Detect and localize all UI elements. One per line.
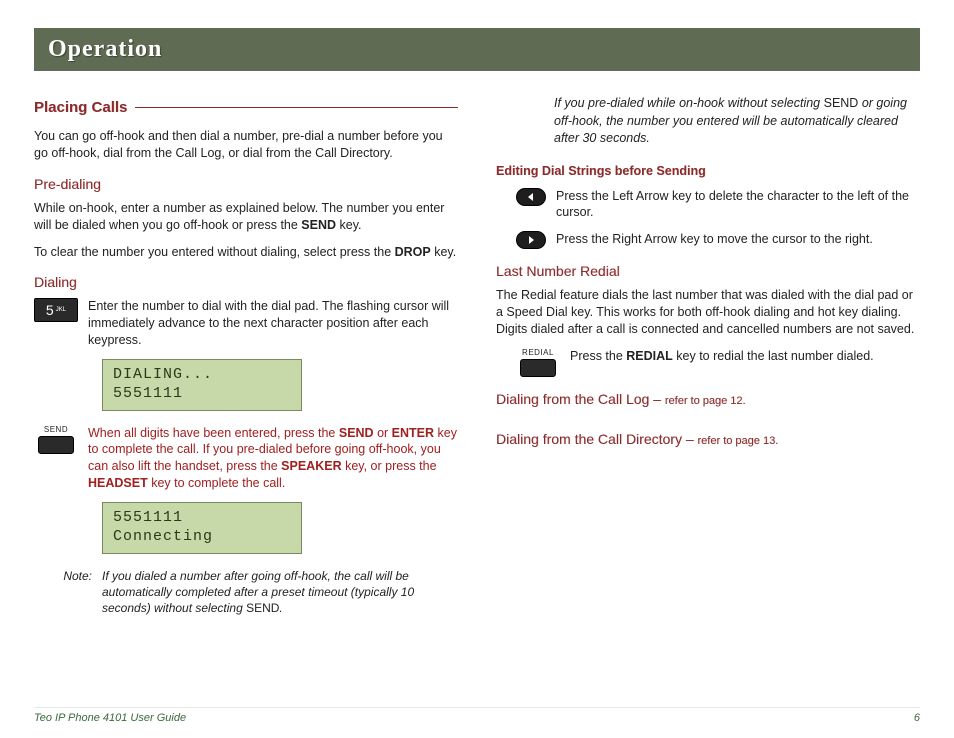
right-arrow-step: Press the Right Arrow key to move the cu… — [496, 231, 920, 249]
redial-text: Press the REDIAL key to redial the last … — [570, 348, 920, 365]
predial-p1: While on-hook, enter a number as explain… — [34, 200, 458, 234]
continued-note: If you pre-dialed while on-hook without … — [496, 95, 920, 148]
subheading-predialing: Pre-dialing — [34, 176, 458, 192]
editing-heading: Editing Dial Strings before Sending — [496, 164, 920, 178]
send-key-shape — [38, 436, 74, 454]
subheading-call-log: Dialing from the Call Log – refer to pag… — [496, 391, 920, 407]
page-footer: Teo IP Phone 4101 User Guide 6 — [34, 707, 920, 724]
left-arrow-step: Press the Left Arrow key to delete the c… — [496, 188, 920, 222]
step-text: Enter the number to dial with the dial p… — [88, 298, 458, 349]
right-column: If you pre-dialed while on-hook without … — [496, 95, 920, 616]
redial-key-icon: REDIAL — [516, 348, 560, 377]
note-offhook: Note: If you dialed a number after going… — [34, 568, 458, 617]
left-column: Placing Calls You can go off-hook and th… — [34, 95, 458, 616]
intro-paragraph: You can go off-hook and then dial a numb… — [34, 128, 458, 162]
predial-p2: To clear the number you entered without … — [34, 244, 458, 261]
chapter-banner: Operation — [34, 28, 920, 71]
two-column-layout: Placing Calls You can go off-hook and th… — [34, 95, 920, 616]
subheading-dialing: Dialing — [34, 274, 458, 290]
redial-step: REDIAL Press the REDIAL key to redial th… — [496, 348, 920, 377]
redial-key-shape — [520, 359, 556, 377]
step-send: SEND When all digits have been entered, … — [34, 425, 458, 493]
step-enter-number: 5 JKL Enter the number to dial with the … — [34, 298, 458, 349]
section-title: Placing Calls — [34, 99, 127, 116]
section-heading: Placing Calls — [34, 99, 458, 116]
lcd-connecting: 5551111 Connecting — [102, 502, 302, 554]
section-rule — [135, 107, 458, 108]
footer-guide: Teo IP Phone 4101 User Guide — [34, 712, 186, 724]
subheading-redial: Last Number Redial — [496, 263, 920, 279]
send-instruction: When all digits have been entered, press… — [88, 425, 458, 493]
subheading-call-directory: Dialing from the Call Directory – refer … — [496, 431, 920, 447]
right-arrow-icon — [516, 231, 546, 249]
left-arrow-text: Press the Left Arrow key to delete the c… — [556, 188, 920, 222]
chapter-title: Operation — [48, 36, 906, 63]
keypad-5-icon: 5 JKL — [34, 298, 78, 322]
left-arrow-icon — [516, 188, 546, 206]
lcd-dialing: DIALING... 5551111 — [102, 359, 302, 411]
footer-page: 6 — [914, 712, 920, 724]
right-arrow-text: Press the Right Arrow key to move the cu… — [556, 231, 920, 248]
note-text: If you dialed a number after going off-h… — [102, 568, 458, 617]
note-label: Note: — [34, 568, 92, 617]
send-key-icon: SEND — [34, 425, 78, 454]
redial-paragraph: The Redial feature dials the last number… — [496, 287, 920, 338]
